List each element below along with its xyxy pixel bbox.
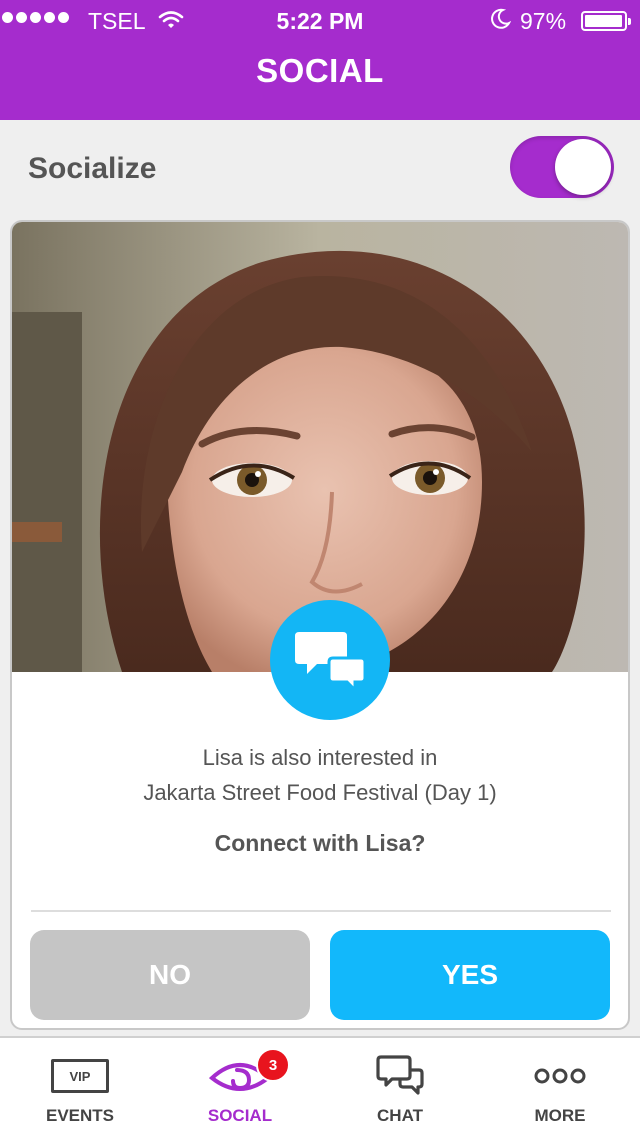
chat-bubbles-icon [320,1054,480,1098]
notification-badge: 3 [256,1048,290,1082]
socialize-label: Socialize [28,152,157,185]
toggle-knob [555,139,611,195]
tab-social[interactable]: SOCIAL [160,1038,320,1136]
interest-line-1: Lisa is also interested in [202,745,438,770]
eye-icon [160,1054,320,1098]
connect-prompt: Connect with Lisa? [214,830,426,856]
tab-label-chat: CHAT [377,1106,423,1125]
tab-chat[interactable]: CHAT [320,1038,480,1136]
tab-events[interactable]: VIP EVENTS [0,1038,160,1136]
vip-icon: VIP [51,1059,109,1093]
battery-icon [581,11,631,31]
tab-more[interactable]: MORE [480,1038,640,1136]
no-button[interactable]: NO [30,930,310,1020]
interest-info: Lisa is also interested in Jakarta Stree… [12,740,628,810]
tab-label-social: SOCIAL [207,1106,273,1125]
page-title: SOCIAL [256,52,384,89]
socialize-toggle[interactable] [510,136,614,198]
divider [31,910,611,912]
tab-bar: VIP EVENTS SOCIAL 3 CHAT MORE [0,1036,640,1136]
yes-button[interactable]: YES [330,930,610,1020]
event-name: Jakarta Street Food Festival (Day 1) [143,780,497,805]
battery-percent: 97% [520,8,567,34]
socialize-row: Socialize [0,120,640,220]
tab-label-events: EVENTS [45,1106,115,1125]
match-card: Lisa is also interested in Jakarta Stree… [10,220,630,1030]
tab-label-more: MORE [534,1106,586,1125]
more-dots-icon [480,1054,640,1098]
top-bar: TSEL 5:22 PM 97% SOCIAL [0,0,640,120]
do-not-disturb-moon-icon [489,8,512,36]
chat-bubbles-icon [270,600,390,720]
status-bar: TSEL 5:22 PM 97% [0,0,640,40]
